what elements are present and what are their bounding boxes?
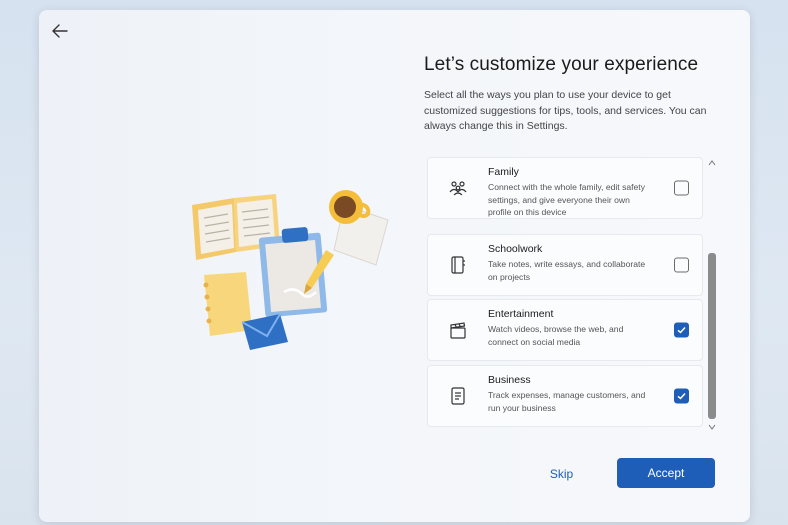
option-schoolwork-description: Take notes, write essays, and collaborat… (488, 259, 646, 282)
option-business-description: Track expenses, manage customers, and ru… (488, 390, 646, 413)
checkmark-icon (677, 326, 686, 334)
scroll-up-icon[interactable] (708, 159, 716, 167)
business-checkbox[interactable] (674, 388, 689, 404)
scroll-down-icon[interactable] (708, 423, 716, 431)
clapperboard-icon (450, 322, 466, 339)
option-family-title: Family (488, 166, 519, 178)
setup-dialog: Let’s customize your experience Select a… (39, 10, 750, 522)
coffee-cup-icon (329, 190, 389, 266)
document-icon (451, 387, 465, 405)
family-checkbox[interactable] (674, 180, 689, 196)
option-business-title: Business (488, 374, 531, 386)
entertainment-checkbox[interactable] (674, 322, 689, 338)
notebook-icon (451, 256, 465, 274)
family-icon (449, 181, 467, 196)
back-arrow-icon (52, 24, 68, 38)
back-button[interactable] (49, 20, 71, 42)
customize-illustration (192, 190, 389, 350)
option-entertainment-description: Watch videos, browse the web, and connec… (488, 324, 624, 347)
page-title: Let’s customize your experience (424, 54, 699, 75)
option-family-description: Connect with the whole family, edit safe… (488, 182, 645, 217)
options-scrollbar[interactable] (706, 157, 718, 431)
option-entertainment[interactable]: Entertainment Watch videos, browse the w… (427, 299, 703, 361)
option-entertainment-title: Entertainment (488, 308, 554, 320)
accept-button[interactable]: Accept (617, 458, 715, 488)
option-business[interactable]: Business Track expenses, manage customer… (427, 365, 703, 427)
option-family[interactable]: Family Connect with the whole family, ed… (427, 157, 703, 219)
option-schoolwork[interactable]: Schoolwork Take notes, write essays, and… (427, 234, 703, 296)
checkmark-icon (677, 392, 686, 400)
usage-options-list: Family Connect with the whole family, ed… (427, 157, 707, 431)
skip-button[interactable]: Skip (529, 460, 594, 488)
scrollbar-thumb[interactable] (708, 253, 716, 419)
option-schoolwork-title: Schoolwork (488, 243, 543, 255)
page-description: Select all the ways you plan to use your… (424, 89, 707, 132)
schoolwork-checkbox[interactable] (674, 257, 689, 273)
